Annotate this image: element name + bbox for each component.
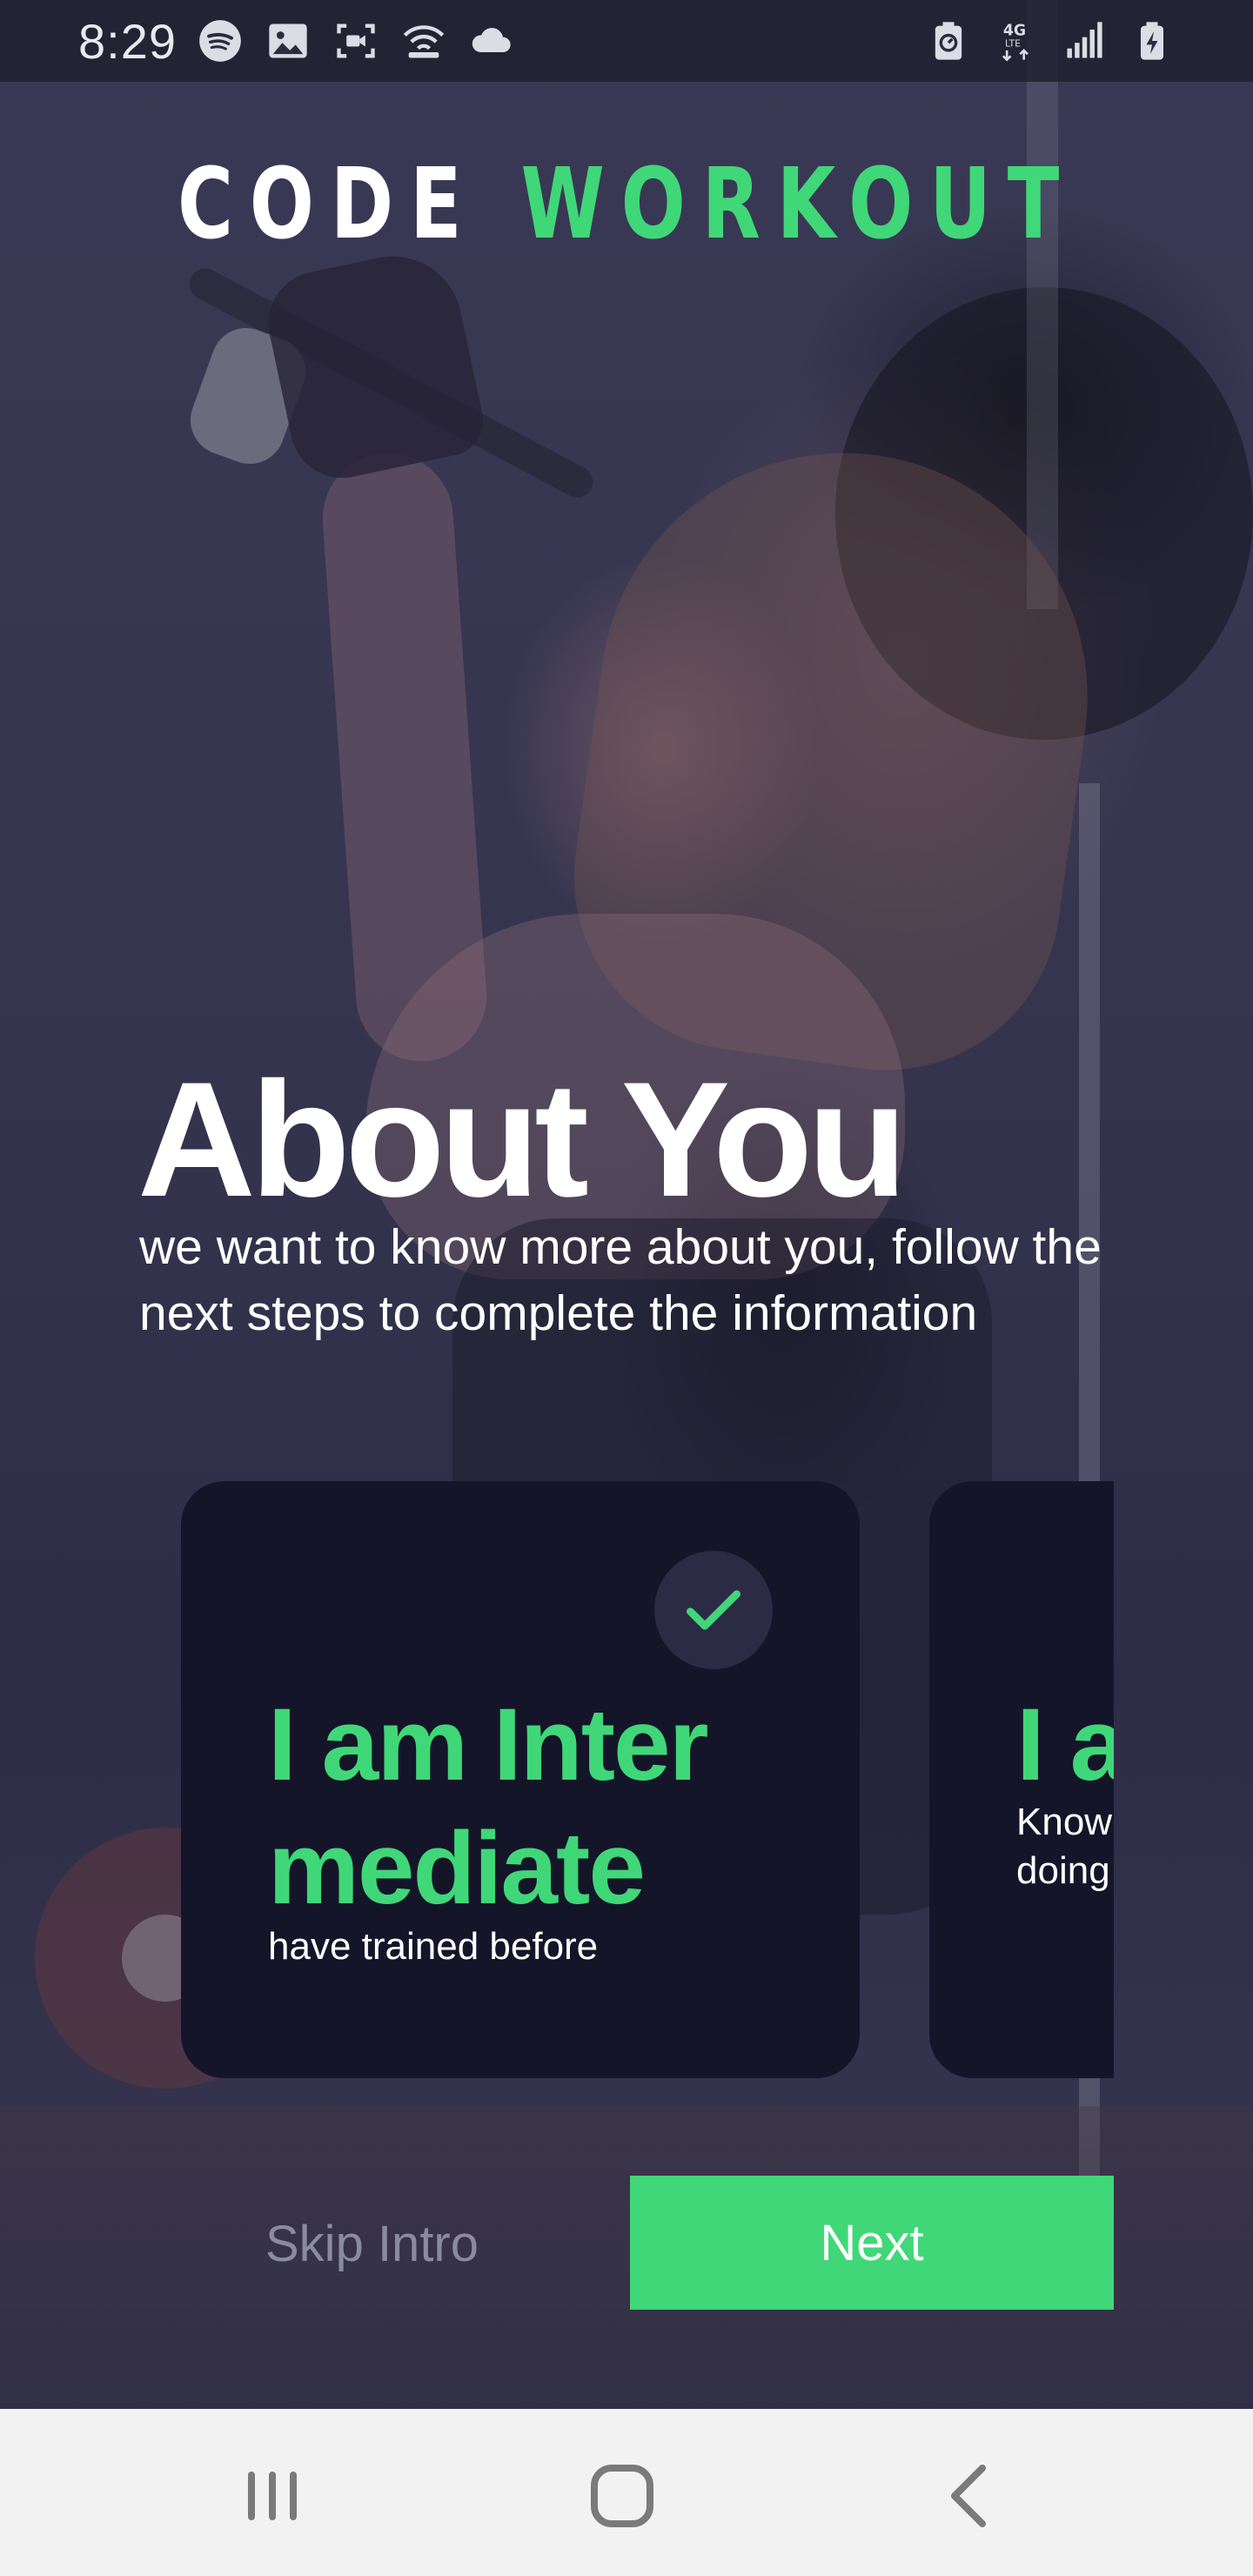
next-button[interactable]: Next <box>630 2176 1114 2310</box>
lte-4g-icon: 4G LTE <box>994 18 1039 64</box>
status-icons-right: 4G LTE <box>926 18 1175 64</box>
app-logo: CODE WORKOUT <box>137 148 1115 261</box>
card-title: I a <box>1016 1687 1114 1802</box>
selected-check-badge <box>654 1551 773 1669</box>
status-bar: 8:29 4G LTE <box>0 0 1253 82</box>
logo-word-workout: WORKOUT <box>520 148 1076 261</box>
battery-saver-icon <box>926 18 971 64</box>
status-icons-left <box>198 18 514 64</box>
checkmark-icon <box>687 1590 740 1630</box>
screen-record-icon <box>333 18 379 64</box>
signal-icon <box>1062 18 1107 64</box>
wifi-hotspot-icon <box>401 18 446 64</box>
gallery-icon <box>265 18 311 64</box>
page-subtitle: we want to know more about you, follow t… <box>139 1219 1102 1341</box>
spotify-icon <box>198 18 243 64</box>
logo-word-code: CODE <box>177 148 479 261</box>
page-title: About You <box>137 1048 908 1231</box>
level-cards-carousel[interactable]: I am Inter mediate have trained before I… <box>0 1481 1114 2078</box>
card-subtitle: have trained before <box>268 1925 599 1968</box>
card-subtitle: Know doing <box>1016 1801 1113 1892</box>
card-title: I am Inter mediate <box>268 1687 709 1926</box>
status-time: 8:29 <box>78 13 177 69</box>
back-icon[interactable] <box>924 2454 1020 2538</box>
battery-charging-icon <box>1129 18 1175 64</box>
level-card-intermediate[interactable]: I am Inter mediate have trained before <box>181 1481 860 2078</box>
svg-text:LTE: LTE <box>1005 38 1021 50</box>
level-card-next[interactable]: I a Know doing <box>929 1481 1114 2078</box>
cloud-icon <box>469 18 514 64</box>
system-nav-bar <box>0 2409 1253 2576</box>
home-icon[interactable] <box>574 2454 670 2538</box>
skip-intro-link[interactable]: Skip Intro <box>265 2215 479 2273</box>
recents-icon[interactable] <box>224 2454 320 2538</box>
